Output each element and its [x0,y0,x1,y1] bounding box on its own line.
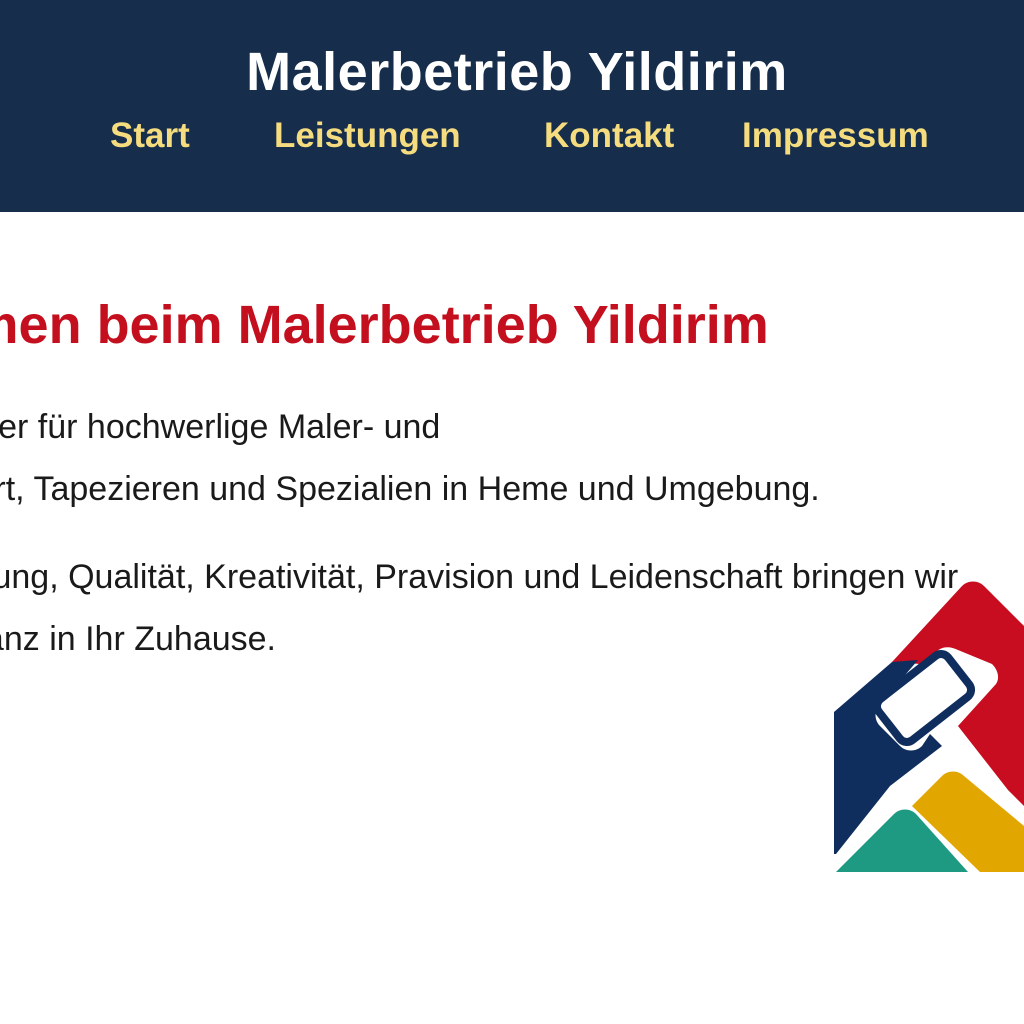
page: Malerbetrieb Yildirim Start Leistungen K… [0,0,1024,1024]
intro-paragraph-2-line-1: Mit langjähriger Erfahrung, Qualität, Kr… [0,558,959,596]
intro-paragraph-1-line-1: Ihr zuverlässiger Partner für hochwerlig… [0,408,441,446]
site-header: Malerbetrieb Yildirim Start Leistungen K… [0,0,1024,212]
logo-roller-frame [872,650,976,746]
nav-link-start[interactable]: Start [110,114,190,158]
nav-link-impressum[interactable]: Impressum [742,114,929,158]
intro-paragraph-1-line-2: Lackierarbeiten aller Art, Tapezieren un… [0,470,820,508]
nav-link-kontakt[interactable]: Kontakt [544,114,674,158]
welcome-heading: Willkommen beim Malerbetrieb Yildirim [0,295,769,355]
intro-paragraph-2-line-2: Farbe und frischen Glanz in Ihr Zuhause. [0,620,276,658]
site-title[interactable]: Malerbetrieb Yildirim [0,40,1024,104]
nav-link-leistungen[interactable]: Leistungen [274,114,461,158]
intro-paragraph-1: Ihr zuverlässiger Partner für hochwerlig… [0,396,820,520]
intro-paragraph-2: Mit langjähriger Erfahrung, Qualität, Kr… [0,546,958,670]
paint-roller-house-icon [834,581,1024,872]
